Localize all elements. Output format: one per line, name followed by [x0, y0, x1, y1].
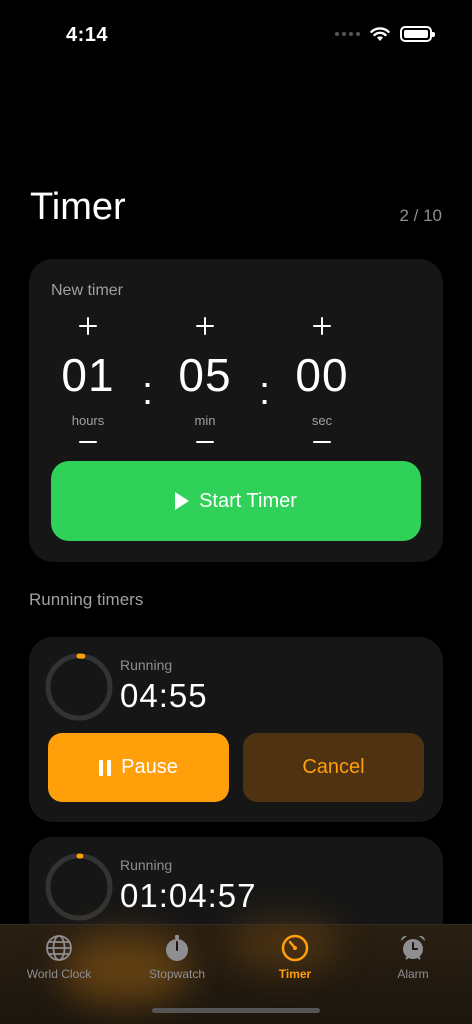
wifi-icon [370, 26, 390, 41]
running-timer-card: Running 04:55 Pause Cancel [29, 637, 443, 822]
play-icon [175, 492, 190, 510]
start-timer-button[interactable]: Start Timer [51, 461, 421, 541]
tab-alarm[interactable]: Alarm [354, 933, 472, 981]
hours-picker: 01 hours [48, 311, 128, 457]
tab-label: Stopwatch [148, 967, 206, 981]
timer-status: Running [120, 657, 173, 673]
hours-decrement-button[interactable] [73, 427, 103, 457]
cancel-button[interactable]: Cancel [243, 733, 424, 802]
seconds-value: 00 [295, 349, 349, 401]
stopwatch-icon [166, 935, 188, 961]
running-timers-heading: Running timers [29, 590, 144, 609]
seconds-decrement-button[interactable] [307, 427, 337, 457]
new-timer-card: New timer 01 hours : 05 min : 00 sec Sta… [29, 259, 443, 562]
pause-button[interactable]: Pause [48, 733, 229, 802]
seconds-increment-button[interactable] [307, 311, 337, 341]
seconds-picker: 00 sec [282, 311, 362, 457]
time-separator: : [142, 369, 154, 413]
tab-label: World Clock [26, 967, 92, 981]
tab-label: Timer [278, 967, 312, 981]
timer-remaining-time: 04:55 [120, 677, 208, 714]
globe-icon [46, 935, 72, 961]
minutes-picker: 05 min [165, 311, 245, 457]
time-separator: : [259, 369, 271, 413]
page-title: Timer [30, 186, 126, 228]
timer-status: Running [120, 857, 173, 873]
pause-icon [99, 759, 112, 776]
home-indicator [152, 1008, 320, 1013]
hours-caption: hours [71, 413, 105, 428]
pause-label: Pause [121, 756, 178, 778]
new-timer-label: New timer [51, 282, 124, 299]
start-timer-label: Start Timer [199, 489, 297, 512]
minutes-increment-button[interactable] [190, 311, 220, 341]
seconds-caption: sec [311, 413, 333, 428]
status-time: 4:14 [66, 24, 109, 46]
status-icons [335, 26, 435, 42]
timer-icon [281, 934, 309, 962]
timer-progress-ring [45, 653, 113, 721]
alarm-clock-icon [400, 935, 426, 960]
tab-timer[interactable]: Timer [236, 933, 354, 981]
battery-icon [400, 26, 435, 42]
tab-world-clock[interactable]: World Clock [0, 933, 118, 981]
tab-label: Alarm [397, 967, 429, 981]
timer-progress-ring [45, 853, 113, 921]
minutes-caption: min [194, 413, 216, 428]
hours-increment-button[interactable] [73, 311, 103, 341]
minutes-value: 05 [178, 349, 232, 401]
tab-stopwatch[interactable]: Stopwatch [118, 933, 236, 981]
hours-value: 01 [61, 349, 115, 401]
timer-remaining-time: 01:04:57 [120, 877, 257, 914]
timer-count-indicator: 2 / 10 [399, 206, 442, 225]
minutes-decrement-button[interactable] [190, 427, 220, 457]
cellular-signal-icon [335, 32, 360, 36]
